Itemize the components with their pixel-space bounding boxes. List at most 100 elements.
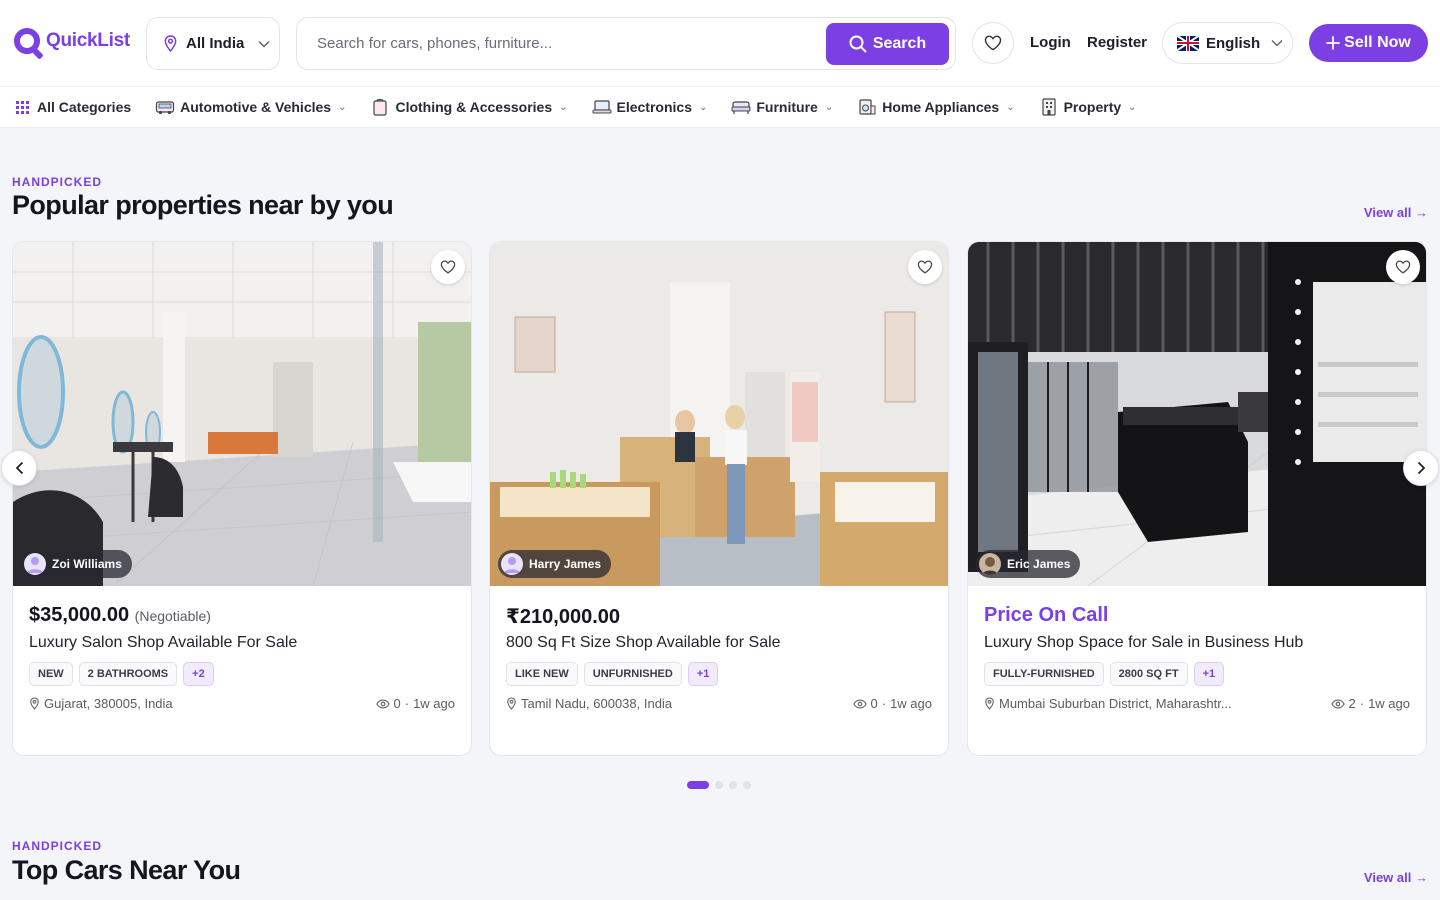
view-all-link[interactable]: View all →: [1364, 870, 1428, 885]
carousel-dot[interactable]: [715, 781, 723, 789]
seller-badge[interactable]: Eric James: [976, 550, 1081, 578]
location-label: All India: [186, 35, 245, 52]
carousel-prev-button[interactable]: [1, 450, 37, 486]
chevron-down-icon: ⌄: [1006, 101, 1015, 113]
carousel-dot[interactable]: [743, 781, 751, 789]
avatar: [501, 553, 523, 575]
tag: LIKE NEW: [506, 662, 578, 686]
view-all-link[interactable]: View all →: [1364, 205, 1428, 220]
section-title: Popular properties near by you: [12, 190, 394, 220]
more-tags-badge[interactable]: +1: [1193, 662, 1225, 686]
favorite-button[interactable]: [908, 250, 942, 284]
register-link[interactable]: Register: [1087, 34, 1147, 51]
category-furniture[interactable]: Furniture ⌄: [731, 98, 833, 116]
category-all[interactable]: All Categories: [12, 98, 131, 116]
chevron-down-icon: ⌄: [559, 101, 568, 113]
listing-title[interactable]: Luxury Salon Shop Available For Sale: [29, 634, 297, 652]
tag: 2800 SQ FT: [1109, 662, 1188, 686]
map-pin-icon: [985, 697, 994, 710]
category-nav: All Categories Automotive & Vehicles ⌄ C…: [0, 87, 1440, 128]
carousel-next-button[interactable]: [1403, 450, 1439, 486]
listing-card[interactable]: Zoi Williams $35,000.00 (Negotiable) Lux…: [12, 241, 472, 756]
category-property[interactable]: Property ⌄: [1039, 98, 1137, 116]
tag: NEW: [29, 662, 73, 686]
shirt-icon: [370, 98, 390, 116]
listing-tags: LIKE NEW UNFURNISHED +1: [506, 662, 719, 686]
favorite-button[interactable]: [431, 250, 465, 284]
seller-badge[interactable]: Harry James: [498, 550, 612, 578]
tag: UNFURNISHED: [583, 662, 682, 686]
heart-icon: [1395, 260, 1411, 274]
separator-dot: ·: [1359, 696, 1365, 711]
language-label: English: [1206, 34, 1261, 52]
category-automotive[interactable]: Automotive & Vehicles ⌄: [155, 98, 346, 116]
logo[interactable]: QuickList: [14, 28, 130, 54]
listing-title[interactable]: Luxury Shop Space for Sale in Business H…: [984, 634, 1303, 652]
carousel-dot[interactable]: [687, 781, 709, 789]
price-value: $35,000.00: [29, 604, 130, 626]
search-bar: Search: [296, 17, 956, 70]
tag: 2 BATHROOMS: [78, 662, 178, 686]
search-button[interactable]: Search: [826, 23, 949, 65]
category-label: Home Appliances: [882, 99, 1000, 115]
more-tags-badge[interactable]: +1: [687, 662, 719, 686]
category-label: Furniture: [756, 99, 818, 115]
category-label: Property: [1063, 99, 1122, 115]
seller-name: Harry James: [529, 557, 602, 571]
category-home-appliances[interactable]: Home Appliances ⌄: [857, 98, 1015, 116]
separator-dot: ·: [404, 696, 410, 711]
location-selector[interactable]: All India: [146, 17, 280, 70]
location-text: Gujarat, 380005, India: [44, 696, 173, 711]
grid-icon: [12, 98, 32, 116]
logo-text: QuickList: [46, 30, 130, 51]
login-link[interactable]: Login: [1030, 34, 1071, 51]
listing-image[interactable]: Harry James: [490, 242, 948, 586]
view-count: 0: [393, 696, 401, 711]
listing-card[interactable]: Eric James Price On Call Luxury Shop Spa…: [967, 241, 1427, 756]
eye-icon: [375, 698, 390, 709]
chevron-down-icon: ⌄: [824, 101, 834, 113]
listing-title[interactable]: 800 Sq Ft Size Shop Available for Sale: [506, 634, 781, 652]
view-all-label: View all: [1363, 870, 1412, 885]
price-value: Price On Call: [984, 604, 1109, 626]
wishlist-button[interactable]: [972, 22, 1014, 64]
listing-card[interactable]: Harry James ₹210,000.00 800 Sq Ft Size S…: [489, 241, 949, 756]
search-button-label: Search: [872, 35, 927, 52]
eye-icon: [852, 698, 867, 709]
avatar: [979, 553, 1001, 575]
uk-flag-icon: [1177, 35, 1199, 51]
search-icon: [849, 35, 867, 53]
listing-image[interactable]: Eric James: [968, 242, 1426, 586]
location-text: Mumbai Suburban District, Maharashtr...: [999, 696, 1232, 711]
category-electronics[interactable]: Electronics ⌄: [592, 98, 708, 116]
listing-tags: NEW 2 BATHROOMS +2: [29, 662, 214, 686]
chevron-down-icon: [1271, 39, 1283, 47]
listing-price: ₹210,000.00: [506, 604, 620, 629]
tag: FULLY-FURNISHED: [984, 662, 1104, 686]
category-clothing[interactable]: Clothing & Accessories ⌄: [370, 98, 568, 116]
category-label: Automotive & Vehicles: [180, 99, 332, 115]
category-label: Clothing & Accessories: [395, 99, 553, 115]
chevron-down-icon: ⌄: [698, 101, 708, 113]
chevron-left-icon: [15, 461, 23, 475]
favorite-button[interactable]: [1386, 250, 1420, 284]
site-header: QuickList All India Search Login Registe…: [0, 0, 1440, 87]
listing-price: Price On Call: [984, 604, 1109, 627]
laptop-icon: [592, 98, 612, 116]
price-note: (Negotiable): [134, 608, 211, 624]
appliance-icon: [857, 98, 877, 116]
seller-badge[interactable]: Zoi Williams: [21, 550, 132, 578]
plus-icon: [1326, 36, 1341, 50]
more-tags-badge[interactable]: +2: [183, 662, 214, 686]
listing-location: Gujarat, 380005, India: [29, 696, 173, 711]
listing-image[interactable]: Zoi Williams: [13, 242, 471, 586]
chevron-down-icon: ⌄: [1128, 101, 1137, 113]
view-count: 2: [1348, 696, 1356, 711]
map-pin-icon: [164, 35, 177, 52]
avatar: [24, 553, 46, 575]
language-selector[interactable]: English: [1162, 22, 1293, 64]
sell-now-button[interactable]: Sell Now: [1309, 24, 1428, 62]
arrow-right-icon: →: [1415, 870, 1428, 885]
carousel-dot[interactable]: [729, 781, 737, 789]
sofa-icon: [731, 98, 751, 116]
